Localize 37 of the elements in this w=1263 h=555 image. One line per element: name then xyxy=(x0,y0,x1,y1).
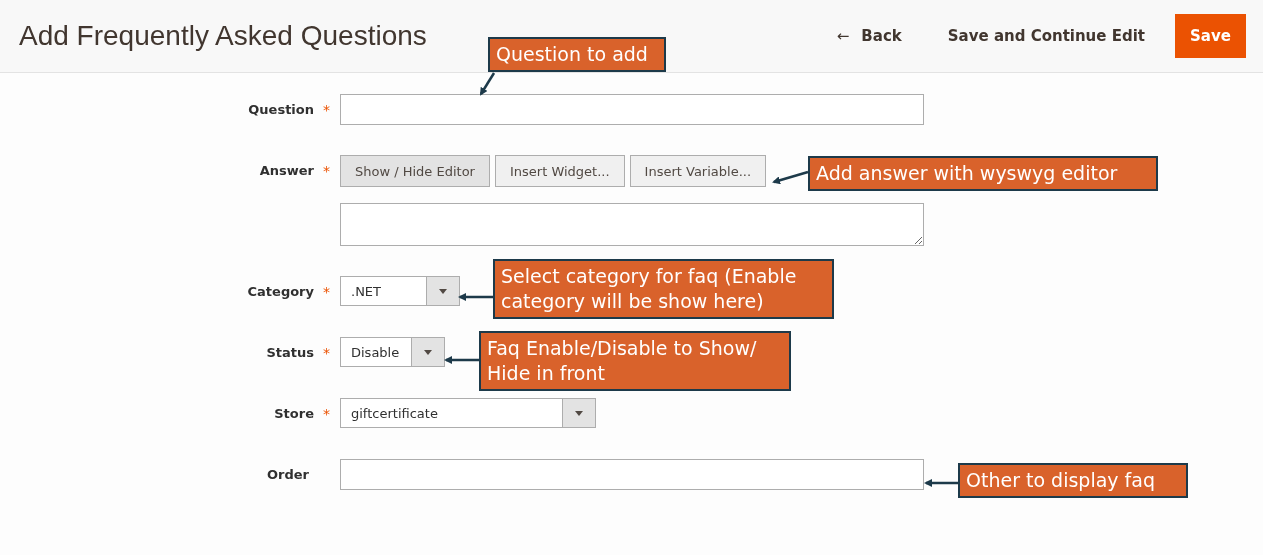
field-label: Question xyxy=(248,102,314,117)
answer-textarea[interactable] xyxy=(340,203,924,246)
callout: Other to display faq xyxy=(958,463,1188,498)
select-field[interactable]: .NET xyxy=(340,276,460,306)
required-mark: * xyxy=(323,101,330,118)
save-continue-button[interactable]: Save and Continue Edit xyxy=(947,27,1145,45)
field-label: Order xyxy=(267,467,309,482)
callout: Faq Enable/Disable to Show/ Hide in front xyxy=(479,331,791,391)
dropdown-icon xyxy=(575,410,583,416)
required-mark: * xyxy=(323,344,330,361)
arrow xyxy=(772,170,809,185)
required-mark: * xyxy=(323,405,330,422)
dropdown-icon xyxy=(439,288,447,294)
required-mark: * xyxy=(323,283,330,300)
page-title: Add Frequently Asked Questions xyxy=(19,20,427,52)
editor-button[interactable]: Show / Hide Editor xyxy=(340,155,490,187)
select-field[interactable]: giftcertificate xyxy=(340,398,596,428)
callout: Select category for faq (Enable category will be show here) xyxy=(493,259,834,319)
arrow xyxy=(458,293,493,301)
editor-button[interactable]: Insert Widget... xyxy=(494,155,625,187)
arrow xyxy=(444,356,479,364)
required-mark: * xyxy=(323,162,330,179)
select-field[interactable]: Disable xyxy=(340,337,445,367)
arrow xyxy=(479,72,496,96)
save-button[interactable]: Save xyxy=(1175,14,1246,58)
field-label: Category xyxy=(247,284,314,299)
callout: Add answer with wyswyg editor xyxy=(808,156,1158,191)
text-field[interactable] xyxy=(340,459,924,490)
callout: Question to add xyxy=(488,37,666,72)
text-field[interactable] xyxy=(340,94,924,125)
field-label: Status xyxy=(266,345,314,360)
field-label: Store xyxy=(274,406,314,421)
arrow xyxy=(924,479,958,487)
dropdown-icon xyxy=(424,349,432,355)
field-label: Answer xyxy=(259,163,314,178)
editor-button[interactable]: Insert Variable... xyxy=(629,155,767,187)
back-button[interactable]: ← Back xyxy=(836,27,902,45)
